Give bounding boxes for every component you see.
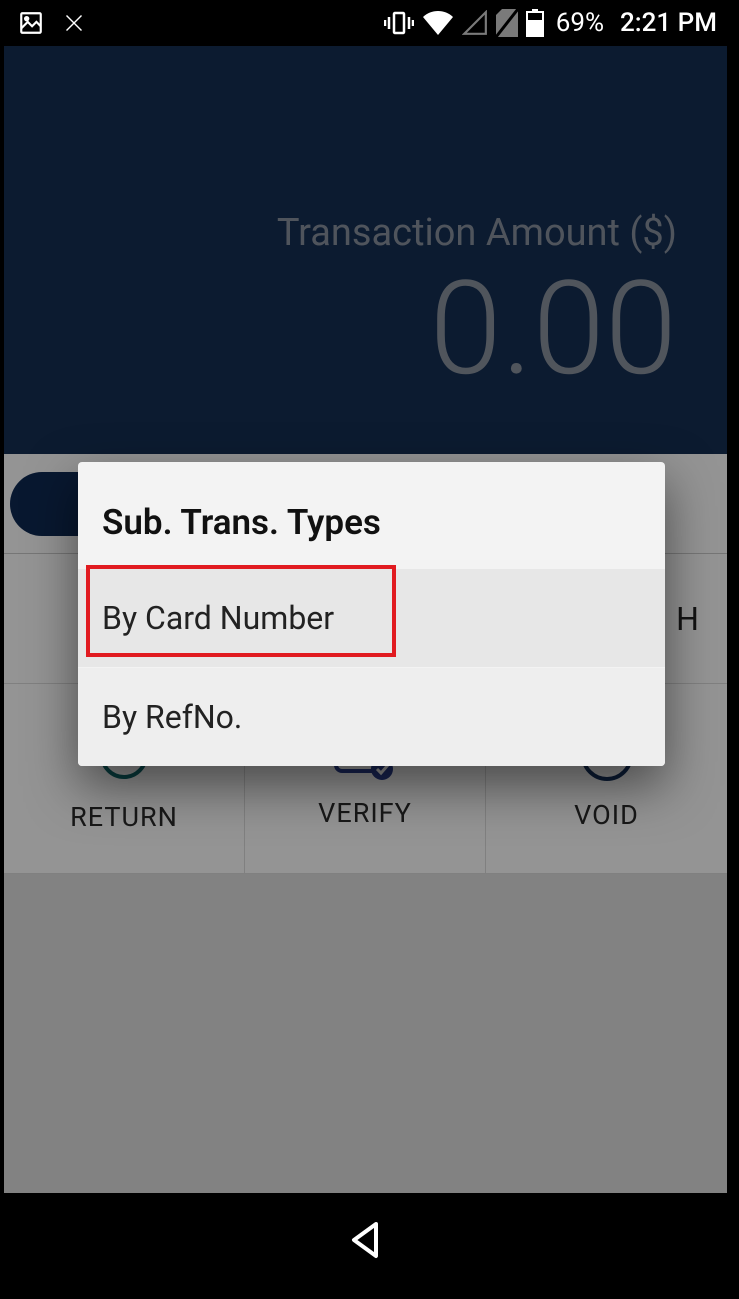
image-icon bbox=[18, 10, 44, 36]
sub-trans-types-dialog: Sub. Trans. Types By Card Number By RefN… bbox=[78, 462, 665, 766]
clock-time: 2:21 PM bbox=[620, 8, 717, 38]
battery-percent: 69% bbox=[556, 8, 604, 38]
dialog-title: Sub. Trans. Types bbox=[78, 462, 665, 569]
vibrate-icon bbox=[384, 9, 414, 37]
device-frame: 69% 2:21 PM Transaction Amount ($) 0.00 … bbox=[0, 0, 739, 1299]
wifi-icon bbox=[422, 10, 454, 36]
battery-icon bbox=[526, 9, 544, 37]
back-icon[interactable] bbox=[344, 1218, 388, 1262]
no-sim-icon bbox=[496, 9, 518, 37]
status-right: 69% 2:21 PM bbox=[384, 8, 717, 38]
option-by-card-number[interactable]: By Card Number bbox=[78, 569, 665, 667]
status-bar: 69% 2:21 PM bbox=[0, 0, 729, 46]
signal-empty-icon bbox=[462, 10, 488, 36]
status-left bbox=[18, 10, 86, 36]
android-nav-bar bbox=[4, 1193, 727, 1287]
x-icon bbox=[62, 11, 86, 35]
option-by-refno[interactable]: By RefNo. bbox=[78, 668, 665, 766]
